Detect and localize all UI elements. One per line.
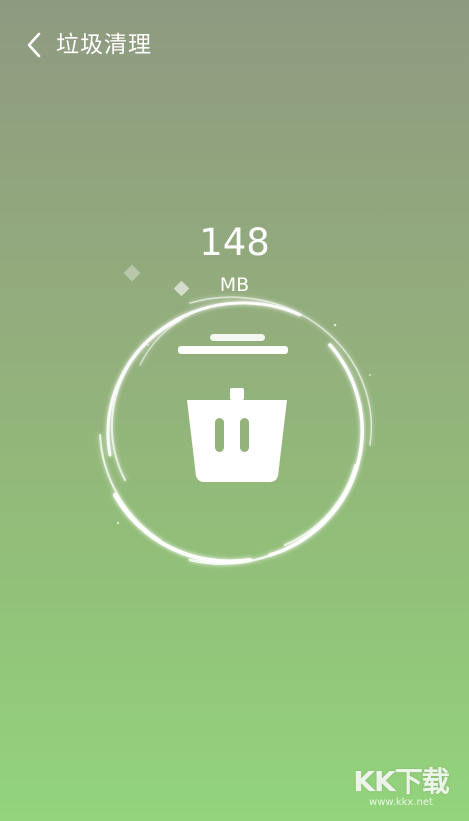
back-button[interactable] xyxy=(18,28,50,62)
page-title: 垃圾清理 xyxy=(56,32,152,58)
watermark-url: www.kkx.net xyxy=(369,797,433,808)
trash-icon xyxy=(178,334,288,482)
watermark: KK下载 www.kkx.net xyxy=(341,767,461,809)
sparkle-diamond xyxy=(123,264,141,282)
watermark-logo: KK下载 xyxy=(353,765,449,798)
chevron-left-icon xyxy=(27,32,41,58)
top-bar: 垃圾清理 xyxy=(0,0,469,90)
sparkle-diamond xyxy=(173,280,190,297)
